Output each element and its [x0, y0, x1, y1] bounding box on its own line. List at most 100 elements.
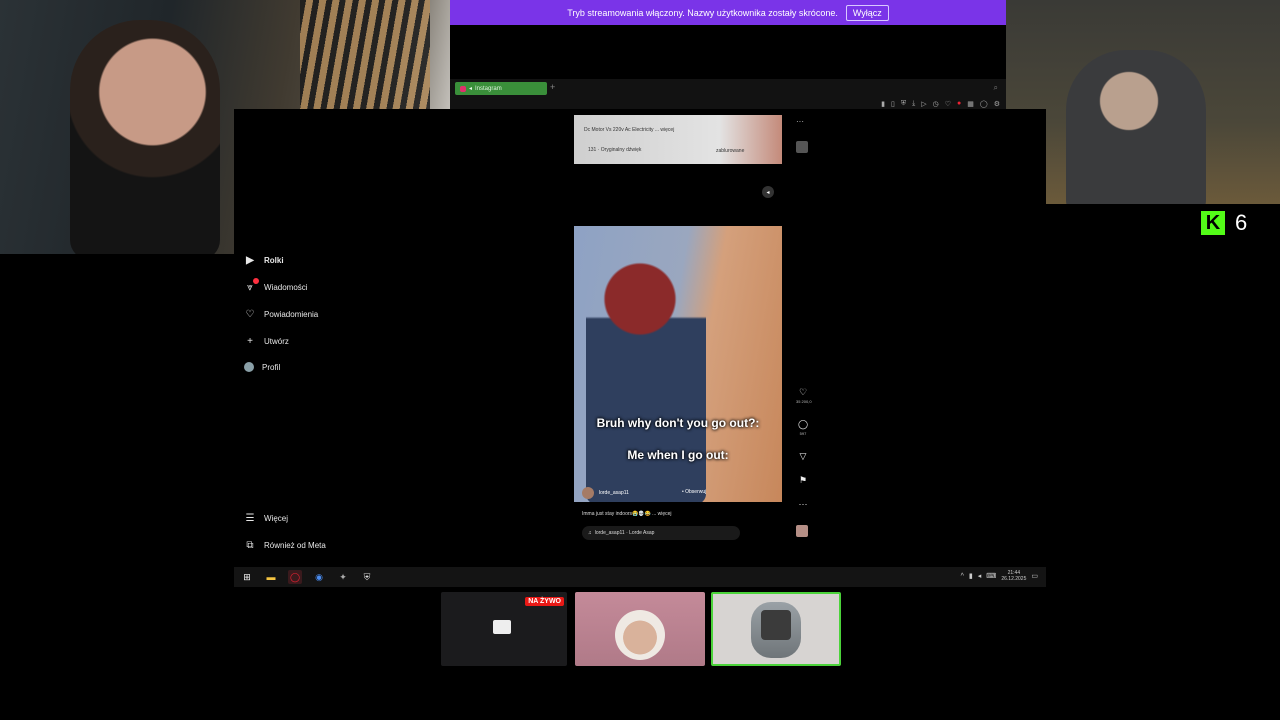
- comment-button[interactable]: ◯ 597: [796, 419, 810, 436]
- streamer-webcam-right: [1006, 0, 1280, 204]
- heart-icon: ♡: [798, 387, 808, 397]
- tab-title: Instagram: [475, 85, 502, 92]
- previous-reel-audio: 131 · Oryginalny dźwięk: [588, 147, 642, 153]
- disable-streaming-mode-button[interactable]: Wyłącz: [845, 4, 889, 21]
- sidebar-item-create[interactable]: + Utwórz: [244, 335, 289, 347]
- new-tab-button[interactable]: +: [550, 82, 555, 92]
- more-options-icon[interactable]: ···: [796, 117, 804, 126]
- stream-thumbnail-selected[interactable]: [711, 592, 841, 666]
- history-icon[interactable]: ◷: [933, 100, 939, 108]
- like-button[interactable]: ♡ 35 200,0: [796, 387, 812, 404]
- sidebar-item-label: Utwórz: [264, 336, 289, 346]
- browser-toolbar: ▮ ▯ ⛨ ⤓ ▷ ◷ ♡ ● ▦ ◯ ⚙: [881, 100, 1000, 108]
- reel-author[interactable]: lorde_asap11: [582, 487, 629, 499]
- sidebar-item-messages[interactable]: ⩔ Wiadomości: [244, 278, 308, 293]
- play-icon[interactable]: ▷: [921, 100, 926, 108]
- live-badge: NA ŻYWO: [525, 597, 564, 606]
- microphone-icon[interactable]: ▮: [969, 572, 973, 580]
- chevron-up-icon[interactable]: ^: [961, 573, 964, 580]
- menu-icon: ☰: [245, 512, 255, 524]
- streaming-mode-banner: Tryb streamowania włączony. Nazwy użytko…: [450, 0, 1006, 25]
- windows-start-icon[interactable]: ⊞: [240, 570, 254, 584]
- current-reel[interactable]: ◂ Bruh why don't you go out?: Me when I …: [574, 180, 782, 548]
- save-button[interactable]: ⚑: [796, 475, 810, 486]
- reel-description[interactable]: Imma just stay indoors😭💀😂 ... więcej: [582, 511, 672, 517]
- share-button[interactable]: ▽: [796, 451, 810, 462]
- profile-icon: [244, 362, 254, 372]
- download-icon[interactable]: ⤓: [912, 100, 915, 108]
- audio-label: lorde_asap11 · Lorde Asap: [594, 530, 655, 536]
- follow-button[interactable]: • Obserwuj: [682, 489, 706, 495]
- file-explorer-icon[interactable]: ▬: [264, 570, 278, 584]
- bookmark-icon: ⚑: [798, 475, 808, 485]
- reel-video[interactable]: Bruh why don't you go out?: Me when I go…: [574, 226, 782, 502]
- sidebar-item-reels[interactable]: ▶ Rolki: [244, 254, 283, 266]
- viewer-count: 6: [1235, 210, 1248, 235]
- sidebar-item-meta[interactable]: ⧉ Również od Meta: [244, 539, 326, 551]
- more-options-icon: ···: [798, 499, 808, 509]
- streamer-figure: [70, 20, 220, 254]
- comment-icon: ◯: [797, 419, 809, 429]
- opera-icon[interactable]: ◯: [288, 570, 302, 584]
- previous-reel[interactable]: Dc Motor Vs 220v Ac Electricity ... więc…: [574, 115, 782, 164]
- music-note-icon: ♫: [588, 530, 592, 536]
- notifications-icon[interactable]: ▭: [1031, 572, 1038, 580]
- taskbar-apps: ⊞ ▬ ◯ ◉ ✦ ⛨: [240, 570, 374, 584]
- record-icon[interactable]: ●: [957, 100, 961, 108]
- chrome-icon[interactable]: ◉: [312, 570, 326, 584]
- sidebar-item-label: Profil: [262, 362, 281, 372]
- sidebar-item-label: Wiadomości: [264, 282, 308, 292]
- sidebar-item-profile[interactable]: Profil: [244, 362, 280, 372]
- speaker-icon: ◂: [469, 86, 473, 92]
- extension-icon[interactable]: ▦: [967, 100, 974, 108]
- pin-icon[interactable]: ▮: [881, 100, 885, 108]
- more-button[interactable]: ···: [796, 499, 810, 509]
- windows-taskbar: ⊞ ▬ ◯ ◉ ✦ ⛨ ^ ▮ ◂ ⌨ 21:44 26.12.2025 ▭: [234, 567, 1046, 587]
- monitor-icon: [493, 620, 511, 634]
- avatar: [582, 487, 594, 499]
- heart-icon[interactable]: ♡: [945, 100, 951, 108]
- tabs-icon[interactable]: ▯: [891, 100, 895, 108]
- heart-icon: ♡: [245, 308, 255, 320]
- send-icon: ▽: [799, 451, 807, 461]
- audio-thumbnail[interactable]: [796, 525, 808, 537]
- instagram-page: ▶ Rolki ⩔ Wiadomości ♡ Powiadomienia + U…: [234, 109, 1046, 565]
- search-tabs-icon[interactable]: ⌕: [994, 83, 998, 93]
- mute-icon[interactable]: ◂: [762, 186, 774, 198]
- shield-app-icon[interactable]: ⛨: [360, 570, 374, 584]
- sidebar-item-notifications[interactable]: ♡ Powiadomienia: [244, 308, 319, 320]
- guest-figure: [1066, 50, 1206, 204]
- sidebar-item-label: Powiadomienia: [264, 309, 319, 319]
- guest-face: [615, 610, 665, 660]
- stream-thumbnail-guest[interactable]: [575, 592, 705, 666]
- previous-reel-status: zablurowane: [716, 148, 745, 154]
- kick-logo: K: [1201, 211, 1225, 235]
- instagram-icon: [460, 85, 466, 92]
- kick-viewer-widget: K 6: [1201, 209, 1271, 237]
- previous-audio-thumbnail[interactable]: [796, 141, 808, 153]
- keyboard-icon[interactable]: ⌨: [986, 572, 996, 580]
- browser-chrome: ◂ Instagram + ⌕ ▮ ▯ ⛨ ⤓ ▷ ◷ ♡ ● ▦ ◯ ⚙: [450, 79, 1006, 109]
- chat-icon[interactable]: ◯: [980, 100, 988, 108]
- messenger-icon: ⩔: [244, 278, 259, 293]
- previous-reel-title: Dc Motor Vs 220v Ac Electricity ... więc…: [584, 127, 675, 133]
- app-icon[interactable]: ✦: [336, 570, 350, 584]
- banner-text: Tryb streamowania włączony. Nazwy użytko…: [567, 7, 838, 18]
- author-username: lorde_asap11: [599, 490, 629, 496]
- sidebar-item-label: Również od Meta: [264, 540, 326, 550]
- reel-audio-pill[interactable]: ♫ lorde_asap11 · Lorde Asap: [582, 526, 740, 540]
- volume-icon[interactable]: ◂: [978, 572, 982, 580]
- video-caption-bottom: Me when I go out:: [627, 448, 729, 462]
- phone-screen: [761, 610, 791, 640]
- clock[interactable]: 21:44 26.12.2025: [1001, 570, 1026, 582]
- unread-dot: [253, 278, 259, 284]
- plus-icon: +: [247, 335, 253, 347]
- settings-icon[interactable]: ⚙: [994, 100, 1000, 108]
- shield-icon[interactable]: ⛨: [901, 100, 906, 108]
- sidebar-item-label: Więcej: [264, 513, 289, 523]
- clock-date: 26.12.2025: [1001, 576, 1027, 582]
- tab-instagram[interactable]: ◂ Instagram: [455, 82, 547, 95]
- sidebar-item-more[interactable]: ☰ Więcej: [244, 512, 289, 524]
- video-subject: [586, 254, 706, 502]
- stream-thumbnail-screen[interactable]: NA ŻYWO: [441, 592, 567, 666]
